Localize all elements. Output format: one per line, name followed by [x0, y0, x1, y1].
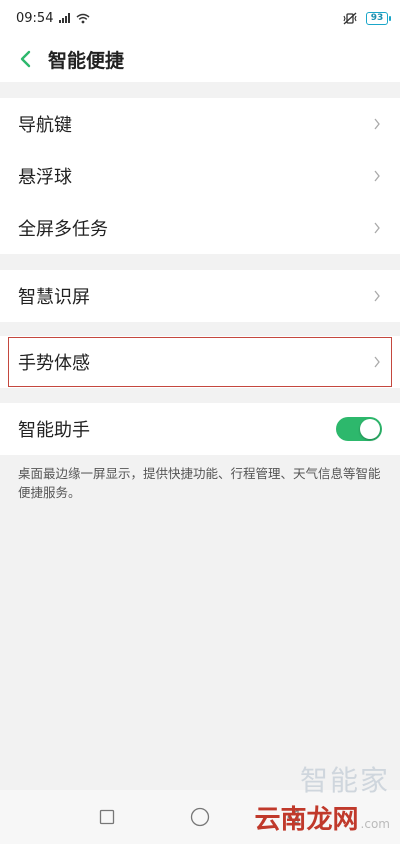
status-time: 09:54 — [16, 10, 54, 26]
back-arrow-icon — [20, 50, 31, 68]
system-nav-bar — [0, 790, 400, 844]
settings-group-2: 智慧识屏 — [0, 270, 400, 322]
chevron-right-icon — [374, 170, 380, 182]
settings-item-nav-keys[interactable]: 导航键 — [0, 98, 400, 150]
settings-group-assistant: 智能助手 — [0, 403, 400, 455]
triangle-back-icon — [287, 809, 299, 825]
status-bar: 09:54 93 — [0, 0, 400, 36]
circle-icon — [190, 807, 210, 827]
chevron-right-icon — [374, 356, 380, 368]
settings-item-label: 悬浮球 — [18, 167, 72, 188]
toggle-knob — [360, 419, 380, 439]
assistant-description: 桌面最边缘一屏显示，提供快捷功能、行程管理、天气信息等智能便捷服务。 — [18, 466, 381, 500]
wifi-icon — [76, 13, 90, 23]
status-left: 09:54 — [16, 11, 90, 26]
home-button[interactable] — [188, 805, 212, 829]
settings-group-1: 导航键 悬浮球 全屏多任务 — [0, 98, 400, 254]
chevron-right-icon — [374, 290, 380, 302]
square-icon — [99, 809, 114, 825]
settings-item-floating-ball[interactable]: 悬浮球 — [0, 150, 400, 202]
settings-item-smart-screen[interactable]: 智慧识屏 — [0, 270, 400, 322]
battery-icon: 93 — [366, 11, 391, 25]
vibrate-mute-icon — [343, 12, 357, 24]
settings-item-label: 智慧识屏 — [18, 287, 90, 308]
smart-assistant-toggle[interactable] — [336, 417, 382, 441]
settings-item-fullscreen-multitask[interactable]: 全屏多任务 — [0, 202, 400, 254]
recents-button[interactable] — [95, 805, 119, 829]
back-nav-button[interactable] — [281, 805, 305, 829]
settings-item-label: 全屏多任务 — [18, 219, 108, 240]
settings-item-label: 导航键 — [18, 115, 72, 136]
settings-item-label: 手势体感 — [18, 353, 90, 374]
settings-item-label: 智能助手 — [18, 420, 90, 441]
chevron-right-icon — [374, 222, 380, 234]
page-title: 智能便捷 — [48, 49, 125, 72]
signal-icon — [59, 13, 71, 23]
status-right: 93 — [342, 11, 391, 25]
back-button[interactable] — [14, 44, 36, 74]
header: 智能便捷 — [0, 36, 400, 82]
chevron-right-icon — [374, 118, 380, 130]
settings-item-gesture-motion[interactable]: 手势体感 — [0, 336, 400, 388]
settings-group-3: 手势体感 — [0, 336, 400, 388]
settings-item-smart-assistant: 智能助手 — [0, 403, 400, 455]
